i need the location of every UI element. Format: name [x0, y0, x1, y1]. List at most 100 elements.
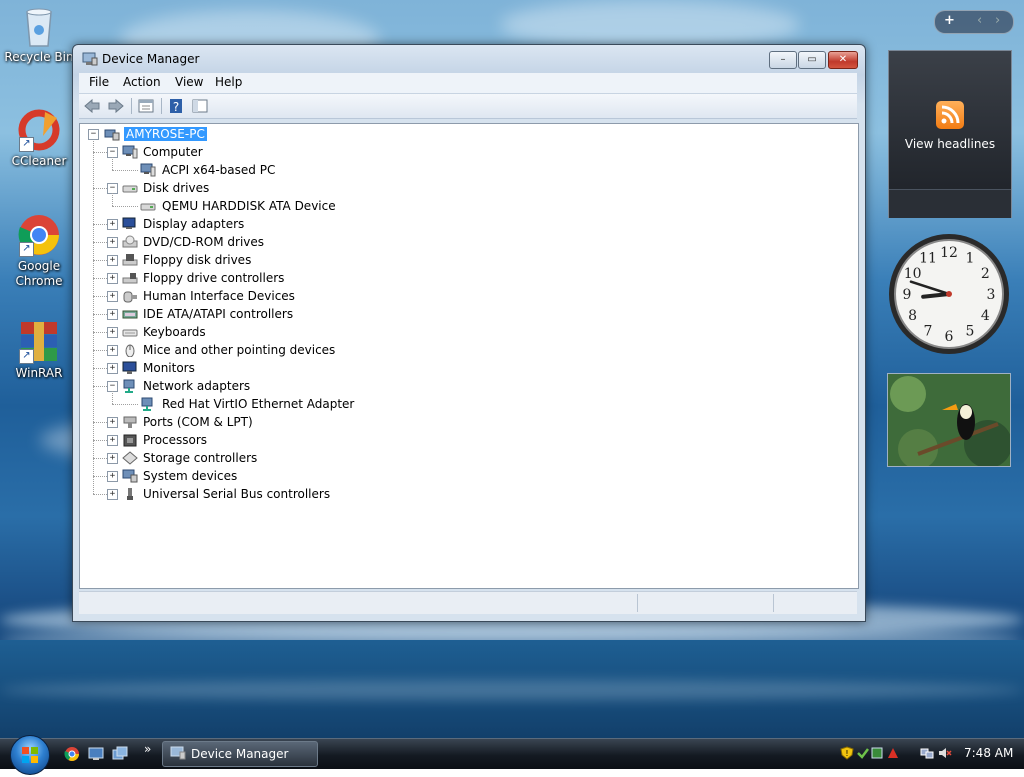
- expand-toggle-icon[interactable]: +: [107, 273, 118, 284]
- clock-number: 7: [924, 323, 933, 339]
- feed-headlines-gadget[interactable]: View headlines: [888, 50, 1012, 218]
- expand-toggle-icon[interactable]: +: [107, 237, 118, 248]
- windows-defender-icon[interactable]: [870, 746, 884, 760]
- expand-toggle-icon[interactable]: +: [107, 471, 118, 482]
- properties-icon[interactable]: [137, 98, 155, 114]
- taskbar-device-manager-button[interactable]: Device Manager: [162, 741, 318, 767]
- ccleaner-icon: ↗: [17, 108, 61, 152]
- clock-gadget[interactable]: 12 1 2 3 4 5 6 7 8 9 10 11: [887, 232, 1011, 356]
- network-alert-icon[interactable]: [886, 746, 900, 760]
- tree-item-label: Mice and other pointing devices: [143, 343, 336, 357]
- network-adapter-icon: [122, 379, 138, 393]
- quicklaunch-more-button[interactable]: »: [144, 742, 151, 756]
- tree-device-red-hat-virtio-ethernet-adapter[interactable]: Red Hat VirtIO Ethernet Adapter: [162, 395, 354, 413]
- tree-item-label: Keyboards: [143, 325, 206, 339]
- ide-controller-icon: [122, 307, 138, 321]
- device-manager-window[interactable]: Device Manager – ▭ ✕ File Action View He…: [72, 44, 866, 622]
- show-desktop-icon[interactable]: [88, 746, 104, 762]
- security-shield-icon[interactable]: !: [840, 746, 854, 760]
- tree-connector: [93, 278, 107, 279]
- svg-text:!: !: [845, 749, 848, 758]
- dvd-drive-icon: [122, 235, 138, 249]
- tree-category-dvd-cd-rom-drives[interactable]: DVD/CD-ROM drives: [143, 233, 264, 251]
- taskbar-clock[interactable]: 7:48 AM: [964, 746, 1013, 760]
- device-tree[interactable]: − AMYROSE-PC − Computer ACPI x64-based PC − Di…: [79, 123, 859, 589]
- tree-category-ports-com-lpt[interactable]: Ports (COM & LPT): [143, 413, 253, 431]
- minimize-button[interactable]: –: [769, 51, 797, 69]
- desktop-icon-label: Recycle Bin: [4, 50, 74, 64]
- collapse-toggle-icon[interactable]: −: [88, 129, 99, 140]
- add-gadget-button[interactable]: +: [944, 13, 955, 28]
- tree-item-label: ACPI x64-based PC: [162, 163, 276, 177]
- expand-toggle-icon[interactable]: +: [107, 345, 118, 356]
- clock-number: 12: [940, 245, 958, 261]
- chrome-quicklaunch-icon[interactable]: [64, 746, 80, 762]
- expand-toggle-icon[interactable]: +: [107, 489, 118, 500]
- tree-category-floppy-drive-controllers[interactable]: Floppy drive controllers: [143, 269, 284, 287]
- expand-toggle-icon[interactable]: +: [107, 363, 118, 374]
- slideshow-gadget[interactable]: [887, 373, 1011, 467]
- close-button[interactable]: ✕: [828, 51, 858, 69]
- title-bar[interactable]: Device Manager – ▭ ✕: [73, 45, 865, 73]
- tree-category-system-devices[interactable]: System devices: [143, 467, 237, 485]
- expand-toggle-icon[interactable]: +: [107, 219, 118, 230]
- processor-icon: [122, 433, 138, 447]
- switch-windows-icon[interactable]: [112, 746, 128, 762]
- help-icon[interactable]: ?: [167, 98, 185, 114]
- tree-item-label: Processors: [143, 433, 208, 447]
- menu-file[interactable]: File: [89, 75, 109, 89]
- tree-category-processors[interactable]: Processors: [143, 431, 207, 449]
- tree-category-display-adapters[interactable]: Display adapters: [143, 215, 244, 233]
- tree-category-universal-serial-bus-controllers[interactable]: Universal Serial Bus controllers: [143, 485, 330, 503]
- desktop-icon-google-chrome[interactable]: ↗ Google Chrome: [4, 213, 74, 289]
- forward-arrow-icon[interactable]: [107, 98, 125, 114]
- prev-page-button[interactable]: ‹: [977, 13, 982, 28]
- expand-toggle-icon[interactable]: +: [107, 291, 118, 302]
- tree-item-label: Red Hat VirtIO Ethernet Adapter: [162, 397, 355, 411]
- tree-category-mice-and-other-pointing-devices[interactable]: Mice and other pointing devices: [143, 341, 335, 359]
- recycle-bin-icon: [17, 4, 61, 48]
- back-arrow-icon[interactable]: [83, 98, 101, 114]
- tree-root[interactable]: AMYROSE-PC: [124, 125, 207, 143]
- desktop-icon-winrar[interactable]: ↗ WinRAR: [4, 320, 74, 381]
- tree-category-human-interface-devices[interactable]: Human Interface Devices: [143, 287, 295, 305]
- status-bar: [79, 591, 857, 614]
- desktop-icon-ccleaner[interactable]: ↗ CCleaner: [4, 108, 74, 169]
- checkmark-icon[interactable]: [856, 746, 870, 760]
- tree-device-acpi-x64-based-pc[interactable]: ACPI x64-based PC: [162, 161, 275, 179]
- tree-category-network-adapters[interactable]: Network adapters: [143, 377, 250, 395]
- network-status-icon[interactable]: [920, 746, 934, 760]
- tree-category-ide-ata-atapi-controllers[interactable]: IDE ATA/ATAPI controllers: [143, 305, 293, 323]
- shortcut-arrow-icon: ↗: [19, 137, 34, 152]
- menu-action[interactable]: Action: [123, 75, 161, 89]
- tree-item-label: Network adapters: [143, 379, 251, 393]
- clock-number: 6: [945, 329, 954, 345]
- tree-category-storage-controllers[interactable]: Storage controllers: [143, 449, 257, 467]
- view-headlines-link[interactable]: View headlines: [889, 137, 1011, 151]
- menu-view[interactable]: View: [175, 75, 203, 89]
- expand-toggle-icon[interactable]: +: [107, 453, 118, 464]
- window-title: Device Manager: [102, 52, 200, 66]
- next-page-button[interactable]: ›: [995, 13, 1000, 28]
- maximize-button[interactable]: ▭: [798, 51, 826, 69]
- volume-muted-icon[interactable]: [938, 746, 952, 760]
- tree-category-keyboards[interactable]: Keyboards: [143, 323, 206, 341]
- tree-connector: [93, 314, 107, 315]
- expand-toggle-icon[interactable]: +: [107, 435, 118, 446]
- expand-toggle-icon[interactable]: +: [107, 309, 118, 320]
- view-pane-icon[interactable]: [191, 98, 209, 114]
- floppy-drive-icon: [122, 253, 138, 267]
- tree-category-disk-drives[interactable]: Disk drives: [143, 179, 209, 197]
- start-button[interactable]: [10, 735, 50, 775]
- desktop-icon-recycle-bin[interactable]: Recycle Bin: [4, 4, 74, 65]
- expand-toggle-icon[interactable]: +: [107, 255, 118, 266]
- tree-category-floppy-disk-drives[interactable]: Floppy disk drives: [143, 251, 251, 269]
- taskbar-button-label: Device Manager: [191, 747, 289, 761]
- tree-category-computer[interactable]: Computer: [143, 143, 203, 161]
- tree-category-monitors[interactable]: Monitors: [143, 359, 195, 377]
- tree-connector: [93, 152, 107, 153]
- tree-device-qemu-harddisk-ata-device[interactable]: QEMU HARDDISK ATA Device: [162, 197, 336, 215]
- menu-help[interactable]: Help: [215, 75, 242, 89]
- expand-toggle-icon[interactable]: +: [107, 327, 118, 338]
- expand-toggle-icon[interactable]: +: [107, 417, 118, 428]
